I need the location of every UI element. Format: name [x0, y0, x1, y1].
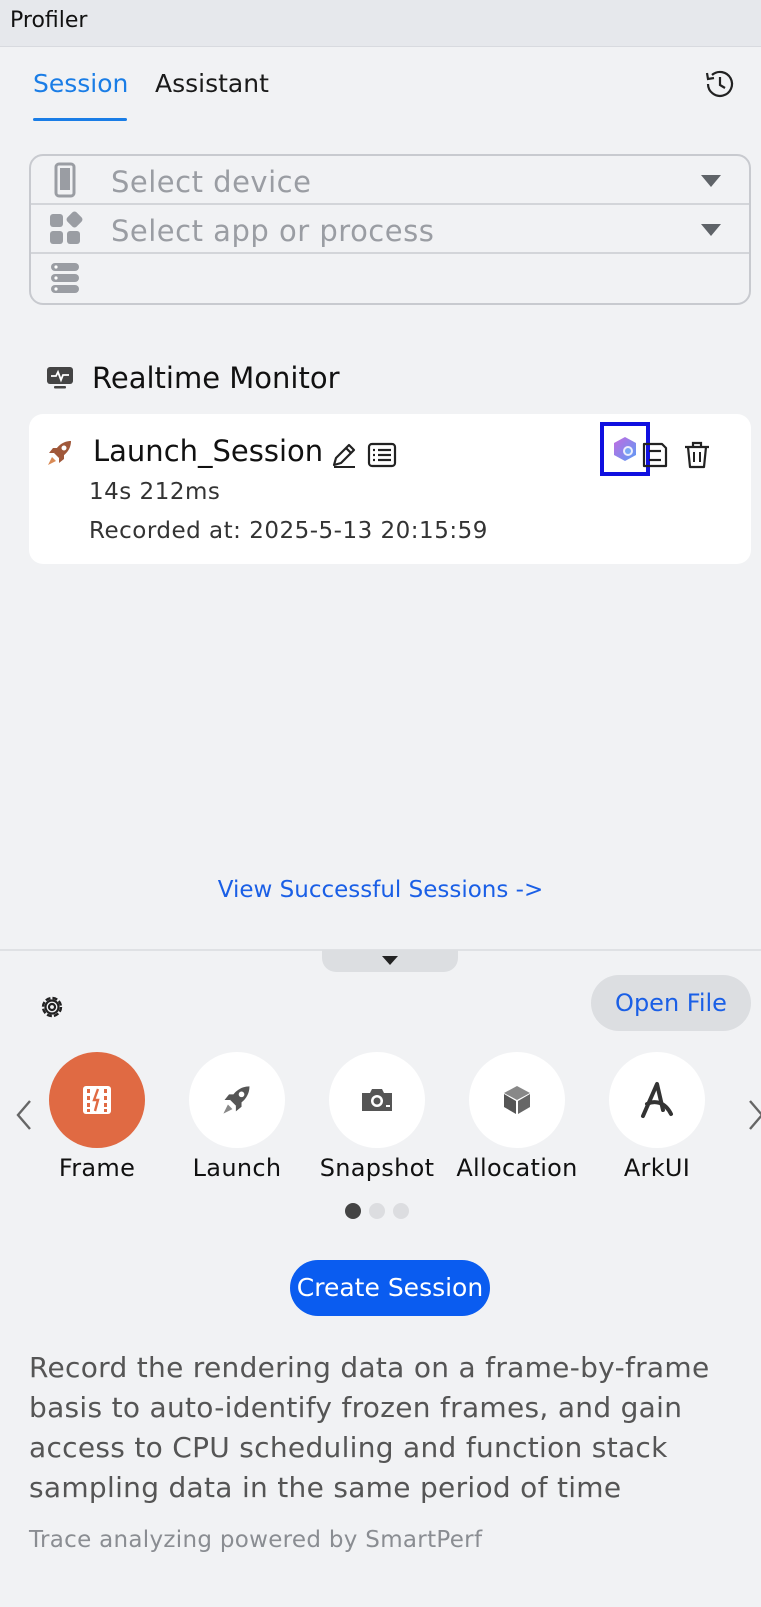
tool-arkui-label: ArkUI: [623, 1154, 691, 1182]
tab-bar: Session Assistant: [0, 47, 761, 127]
data-source-row[interactable]: [31, 254, 749, 303]
list-icon: [367, 442, 397, 468]
device-placeholder: Select device: [111, 165, 312, 199]
powered-by-text: Trace analyzing powered by SmartPerf: [29, 1527, 483, 1553]
page-dot[interactable]: [393, 1203, 409, 1219]
open-file-button[interactable]: Open File: [591, 975, 751, 1031]
session-duration: 14s 212ms: [89, 479, 221, 505]
collapse-panel-button[interactable]: [322, 950, 458, 972]
tool-snapshot-circle: [329, 1052, 425, 1148]
arkui-icon: [641, 1082, 673, 1118]
save-icon: [642, 442, 668, 468]
app-placeholder: Select app or process: [111, 214, 435, 248]
trash-icon: [685, 441, 709, 469]
delete-button[interactable]: [680, 438, 714, 472]
tool-snapshot-label: Snapshot: [319, 1154, 435, 1182]
phone-icon: [54, 162, 76, 198]
rename-button[interactable]: [327, 438, 361, 472]
realtime-monitor-header: Realtime Monitor: [46, 358, 340, 398]
details-button[interactable]: [365, 438, 399, 472]
tool-frame-circle: [49, 1052, 145, 1148]
save-button[interactable]: [638, 438, 672, 472]
rocket-icon: [223, 1086, 250, 1114]
target-selector: Select device Select app or process: [29, 154, 751, 305]
tool-allocation-label: Allocation: [456, 1154, 578, 1182]
tool-frame-label: Frame: [58, 1154, 136, 1182]
caret-down-icon: [382, 956, 398, 965]
tool-launch-circle: [189, 1052, 285, 1148]
monitor-icon: [47, 367, 73, 389]
apps-icon: [50, 211, 83, 244]
tool-frame[interactable]: Frame: [32, 1052, 162, 1182]
tool-allocation-circle: [469, 1052, 565, 1148]
session-card[interactable]: Launch_Session 14s 212ms Recorded at: 20…: [29, 414, 751, 564]
settings-button[interactable]: [30, 985, 74, 1029]
camera-icon: [362, 1089, 392, 1111]
realtime-monitor-title: Realtime Monitor: [92, 361, 340, 395]
active-tab-indicator: [33, 118, 127, 121]
chevron-right-icon[interactable]: [746, 1097, 761, 1133]
page-dot[interactable]: [369, 1203, 385, 1219]
ai-cube-icon: [614, 437, 636, 461]
session-name: Launch_Session: [93, 434, 324, 468]
session-recorded-time: Recorded at: 2025-5-13 20:15:59: [89, 518, 488, 544]
tool-description: Record the rendering data on a frame-by-…: [29, 1351, 710, 1504]
pencil-icon: [332, 443, 356, 468]
tool-snapshot[interactable]: Snapshot: [312, 1052, 442, 1182]
tool-arkui-circle: [609, 1052, 705, 1148]
frame-icon: [83, 1086, 111, 1114]
history-button[interactable]: [703, 67, 737, 101]
chevron-left-icon[interactable]: [14, 1097, 34, 1133]
chevron-down-icon: [701, 175, 721, 187]
create-session-button[interactable]: Create Session: [290, 1260, 490, 1316]
rocket-icon: [48, 441, 71, 465]
app-select[interactable]: Select app or process: [31, 205, 749, 254]
tab-assistant[interactable]: Assistant: [155, 69, 269, 98]
window-title: Profiler: [0, 0, 761, 47]
page-dot[interactable]: [345, 1203, 361, 1219]
tool-launch-label: Launch: [192, 1154, 282, 1182]
ai-assistant-button[interactable]: [608, 432, 642, 466]
tool-launch[interactable]: Launch: [172, 1052, 302, 1182]
cube-icon: [504, 1086, 530, 1114]
device-select[interactable]: Select device: [31, 156, 749, 205]
tool-allocation[interactable]: Allocation: [452, 1052, 582, 1182]
storage-icon: [51, 263, 79, 293]
view-successful-sessions-link[interactable]: View Successful Sessions ->: [0, 877, 761, 903]
gear-icon: [41, 996, 63, 1018]
tool-arkui[interactable]: ArkUI: [592, 1052, 722, 1182]
chevron-down-icon: [701, 224, 721, 236]
tab-session[interactable]: Session: [33, 69, 128, 98]
page-indicator: [345, 1203, 409, 1219]
history-icon: [705, 70, 734, 97]
